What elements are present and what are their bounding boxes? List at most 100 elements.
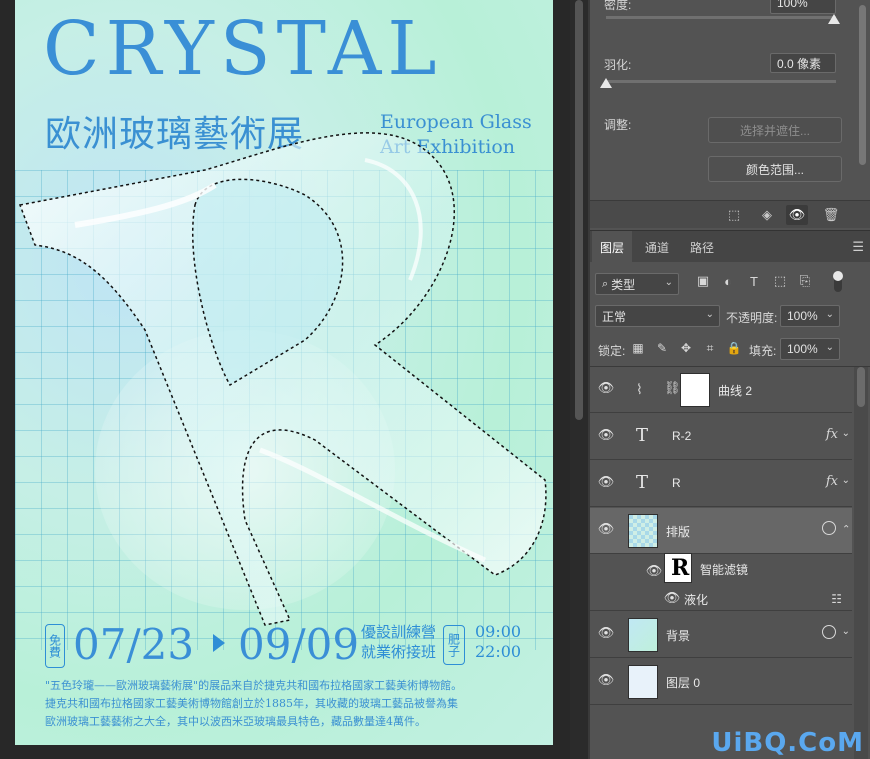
lock-all-icon[interactable]: 🔒 xyxy=(726,340,742,356)
chevron-up-icon[interactable]: ⌄ xyxy=(842,522,850,533)
smart-object-filter-icon[interactable]: ⎘ xyxy=(796,272,814,290)
filter-options-icon[interactable]: ☷ xyxy=(831,592,842,606)
image-filter-icon[interactable]: ▣ xyxy=(694,272,712,290)
smart-filter-icon xyxy=(822,521,836,535)
layer-row-smart-filters[interactable]: 👁 R 智能滤镜 xyxy=(590,553,852,587)
eye-icon[interactable]: 👁 xyxy=(598,625,615,641)
chevron-down-icon: ⌄ xyxy=(664,277,673,288)
eye-icon[interactable]: 👁 xyxy=(598,474,615,490)
canvas-scrollbar[interactable] xyxy=(570,0,588,759)
filter-kind-select[interactable]: ⌕ 类型 ⌄ xyxy=(595,273,679,295)
adjust-label: 调整: xyxy=(604,118,632,132)
organizer-line1: 優設訓練營 xyxy=(361,623,437,641)
layer-row-curves[interactable]: 👁 ⌇ ⛓ 曲线 2 xyxy=(590,367,852,413)
opacity-value: 100% xyxy=(787,309,818,323)
chevron-down-icon: ⌄ xyxy=(825,309,834,320)
layer-row-text[interactable]: 👁 T R fx ⌄ xyxy=(590,461,852,507)
chevron-down-icon[interactable]: ⌄ xyxy=(842,475,850,486)
lock-brush-icon[interactable]: ✎ xyxy=(654,340,670,356)
tab-paths[interactable]: 路径 xyxy=(682,231,722,263)
canvas-scroll-thumb[interactable] xyxy=(575,0,583,420)
opening-times: 09:00 22:00 xyxy=(475,622,521,662)
curves-adjustment-icon: ⌇ xyxy=(636,381,643,397)
tab-layers[interactable]: 图层 xyxy=(592,231,633,263)
filter-kind-label: 类型 xyxy=(611,277,636,292)
color-range-button[interactable]: 颜色范围... xyxy=(708,156,842,182)
eye-icon[interactable]: 👁 xyxy=(664,590,681,606)
visibility-eye-icon[interactable]: 👁 xyxy=(786,205,808,225)
density-slider-track[interactable] xyxy=(606,16,836,19)
layer-name: 背景 xyxy=(666,629,691,643)
fill-input[interactable]: 100% ⌄ xyxy=(780,338,840,360)
layer-mask-thumbnail xyxy=(680,373,710,407)
desc-line: 歐洲玻璃工藝藝術之大全，其中以波西米亞玻璃最具特色，藏品數量達4萬件。 xyxy=(45,715,426,728)
density-input[interactable]: 100% xyxy=(770,0,836,14)
layer-name: R xyxy=(672,476,681,490)
feather-input[interactable]: 0.0 像素 xyxy=(770,53,836,73)
organizer-line2: 就業術接班 xyxy=(361,643,437,661)
lock-artboard-icon[interactable]: ⌗ xyxy=(702,340,718,356)
fx-icon[interactable]: fx xyxy=(826,474,838,489)
load-selection-icon[interactable]: ⬚ xyxy=(723,205,745,225)
smart-filter-icon xyxy=(822,625,836,639)
layer-row-pixel[interactable]: 👁 图层 0 xyxy=(590,659,852,705)
apply-mask-icon[interactable]: ◈ xyxy=(756,205,778,225)
layer-row-smart-object[interactable]: 👁 背景 ⌄ xyxy=(590,612,852,658)
lock-move-icon[interactable]: ✥ xyxy=(678,340,694,356)
type-filter-icon[interactable]: T xyxy=(745,272,763,290)
fill-value: 100% xyxy=(787,342,818,356)
eye-icon[interactable]: 👁 xyxy=(598,380,615,396)
blend-row: 正常 ⌄ 不透明度: 100% ⌄ xyxy=(590,302,870,330)
chevron-down-icon: ⌄ xyxy=(825,342,834,353)
lock-label: 锁定: xyxy=(598,344,626,358)
link-chain-icon: ⛓ xyxy=(664,380,681,395)
shape-filter-icon[interactable]: ⬚ xyxy=(771,272,789,290)
document-canvas[interactable]: CRYSTAL 欧洲玻璃藝術展 European Glass Art Exhib… xyxy=(0,0,570,759)
adjustment-filter-icon[interactable]: ◐ xyxy=(719,272,737,290)
panel-menu-icon[interactable]: ☰ xyxy=(852,239,864,255)
date-end: 09/09 xyxy=(238,620,360,669)
poster-description: "五色玲瓏——歐洲玻璃藝術展"的展品来自於捷克共和國布拉格國家工藝美術博物館。 … xyxy=(45,677,535,731)
chevron-down-icon[interactable]: ⌄ xyxy=(842,626,850,637)
eye-icon[interactable]: 👁 xyxy=(598,672,615,688)
properties-scrollbar[interactable] xyxy=(857,0,867,190)
layers-list: 👁 ⌇ ⛓ 曲线 2 👁 T R-2 fx ⌄ 👁 T R fx ⌄ 👁 排版 … xyxy=(590,366,870,759)
fx-icon[interactable]: fx xyxy=(826,427,838,442)
properties-panel: 密度: 100% 羽化: 0.0 像素 调整: 选择并遮住... 颜色范围... xyxy=(590,0,870,200)
eye-icon[interactable]: 👁 xyxy=(646,563,663,579)
date-row: 免費 07/23 09/09 優設訓練營 就業術接班 肥子 09:00 22:0… xyxy=(43,620,543,670)
lock-transparent-icon[interactable]: ▦ xyxy=(630,340,646,356)
select-and-mask-button[interactable]: 选择并遮住... xyxy=(708,117,842,143)
eye-icon[interactable]: 👁 xyxy=(598,427,615,443)
layers-scroll-thumb[interactable] xyxy=(857,367,865,407)
photoshop-window: CRYSTAL 欧洲玻璃藝術展 European Glass Art Exhib… xyxy=(0,0,870,759)
filter-toggle[interactable] xyxy=(833,271,843,292)
layer-name: 排版 xyxy=(666,525,691,539)
layer-name: 液化 xyxy=(684,593,709,607)
layer-thumbnail xyxy=(628,514,658,548)
properties-scroll-thumb[interactable] xyxy=(859,5,866,165)
text-layer-icon: T xyxy=(636,472,649,493)
blend-mode-select[interactable]: 正常 ⌄ xyxy=(595,305,720,327)
free-badge: 免費 xyxy=(45,624,65,668)
search-icon: ⌕ xyxy=(602,277,609,290)
layer-row-smart-object[interactable]: 👁 排版 ⌄ xyxy=(590,508,852,554)
tab-channels[interactable]: 通道 xyxy=(637,231,677,263)
trash-icon[interactable]: 🗑 xyxy=(820,205,842,225)
arrow-right-icon xyxy=(213,634,225,652)
feather-slider-track[interactable] xyxy=(606,80,836,83)
layer-row-filter[interactable]: 👁 液化 ☷ xyxy=(590,587,852,611)
layer-row-text[interactable]: 👁 T R-2 fx ⌄ xyxy=(590,414,852,460)
time-end: 22:00 xyxy=(475,642,522,661)
density-label: 密度: xyxy=(604,0,632,12)
layer-name: 图层 0 xyxy=(666,676,701,690)
chevron-down-icon[interactable]: ⌄ xyxy=(842,428,850,439)
filter-toggle-dot xyxy=(833,271,843,281)
desc-line: "五色玲瓏——歐洲玻璃藝術展"的展品来自於捷克共和國布拉格國家工藝美術博物館。 xyxy=(45,679,463,692)
eye-icon[interactable]: 👁 xyxy=(598,521,615,537)
feather-slider-knob[interactable] xyxy=(600,78,612,88)
layers-scrollbar[interactable] xyxy=(854,367,868,759)
watermark-logo: UiBQ.CoM xyxy=(711,728,864,758)
density-slider-knob[interactable] xyxy=(828,14,840,24)
opacity-input[interactable]: 100% ⌄ xyxy=(780,305,840,327)
